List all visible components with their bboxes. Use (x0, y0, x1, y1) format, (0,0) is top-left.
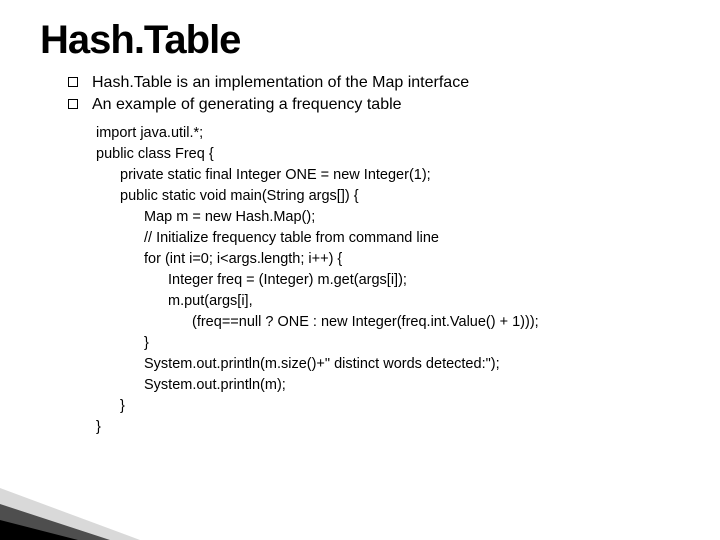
code-line: } (96, 417, 680, 438)
code-line: (freq==null ? ONE : new Integer(freq.int… (96, 312, 680, 333)
code-line: for (int i=0; i<args.length; i++) { (96, 249, 680, 270)
bullet-text: An example of generating a frequency tab… (92, 95, 402, 115)
bullet-list: Hash.Table is an implementation of the M… (68, 73, 680, 115)
code-line: m.put(args[i], (96, 291, 680, 312)
slide: Hash.Table Hash.Table is an implementati… (0, 0, 720, 540)
code-line: public static void main(String args[]) { (96, 186, 680, 207)
code-line: public class Freq { (96, 144, 680, 165)
code-line: } (96, 396, 680, 417)
code-line: Map m = new Hash.Map(); (96, 207, 680, 228)
square-bullet-icon (68, 77, 78, 87)
code-line: // Initialize frequency table from comma… (96, 228, 680, 249)
bullet-item: Hash.Table is an implementation of the M… (68, 73, 680, 93)
code-line: Integer freq = (Integer) m.get(args[i]); (96, 270, 680, 291)
code-line: import java.util.*; (96, 123, 680, 144)
slide-decoration-icon (0, 470, 140, 540)
bullet-text: Hash.Table is an implementation of the M… (92, 73, 469, 93)
square-bullet-icon (68, 99, 78, 109)
code-line: } (96, 333, 680, 354)
code-line: System.out.println(m.size()+" distinct w… (96, 354, 680, 375)
bullet-item: An example of generating a frequency tab… (68, 95, 680, 115)
code-line: private static final Integer ONE = new I… (96, 165, 680, 186)
code-block: import java.util.*; public class Freq { … (96, 123, 680, 438)
code-line: System.out.println(m); (96, 375, 680, 396)
slide-title: Hash.Table (40, 18, 680, 63)
